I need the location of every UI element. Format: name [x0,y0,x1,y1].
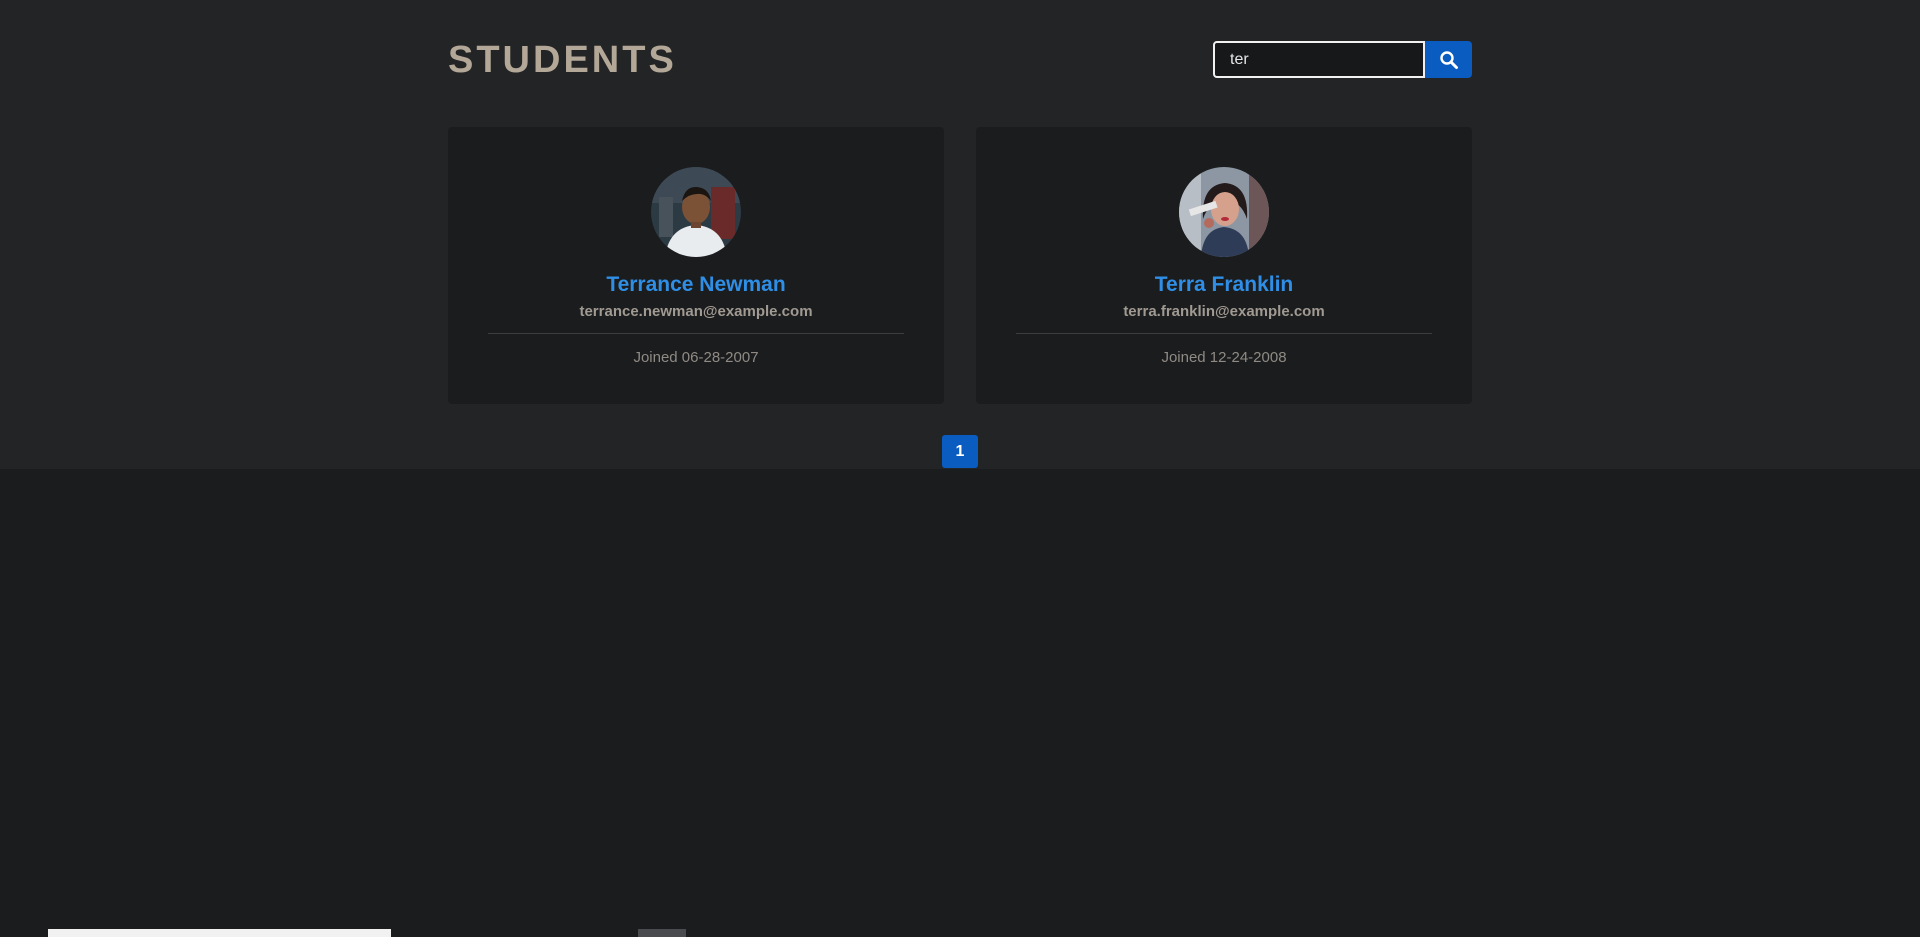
search-input[interactable] [1213,41,1425,78]
card-divider [1016,333,1432,334]
student-name[interactable]: Terrance Newman [448,271,944,299]
student-email: terrance.newman@example.com [579,303,813,320]
student-card: Terra Franklin terra.franklin@example.co… [976,127,1472,404]
student-card: Terrance Newman terrance.newman@example.… [448,127,944,404]
avatar [1179,167,1269,257]
joined-date: Joined 12-24-2008 [1161,349,1287,366]
card-divider [488,333,904,334]
search-icon [1439,50,1458,69]
page: STUDENTS Terrance Newman terrance.newman… [0,0,1920,937]
avatar [651,167,741,257]
taskbar-item[interactable] [638,929,686,937]
page-title: STUDENTS [448,39,677,81]
taskbar-item[interactable] [48,929,391,937]
content-area [0,0,1920,469]
pagination-page-button[interactable]: 1 [942,435,978,468]
search-button[interactable] [1425,41,1472,78]
student-name[interactable]: Terra Franklin [976,271,1472,299]
student-email: terra.franklin@example.com [1123,303,1325,320]
joined-date: Joined 06-28-2007 [633,349,759,366]
